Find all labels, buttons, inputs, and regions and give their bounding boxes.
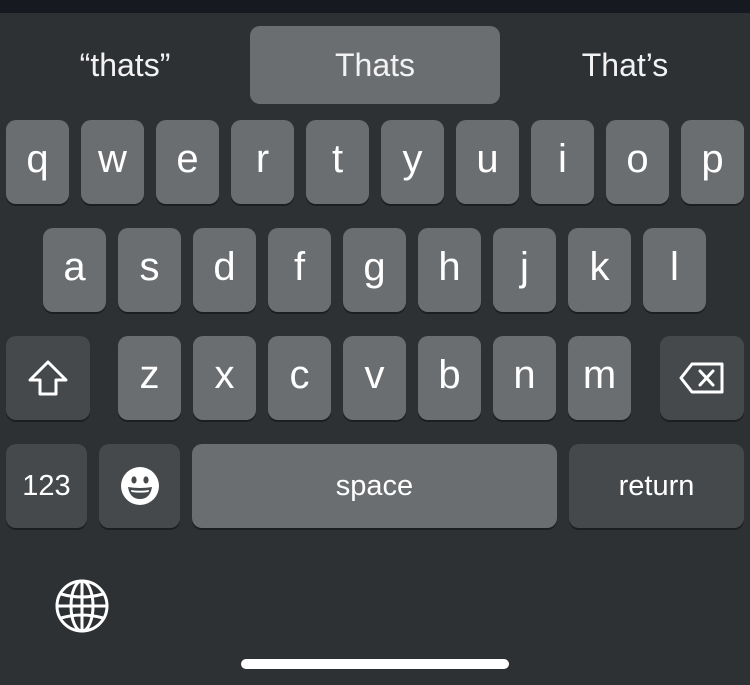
- key-label: l: [670, 245, 679, 289]
- delete-key[interactable]: [660, 336, 744, 420]
- key-t[interactable]: t: [306, 120, 369, 204]
- space-key[interactable]: space: [192, 444, 557, 528]
- key-label: g: [363, 245, 386, 289]
- return-key[interactable]: return: [569, 444, 744, 528]
- key-label: h: [438, 245, 461, 289]
- key-j[interactable]: j: [493, 228, 556, 312]
- globe-icon: [54, 578, 110, 634]
- key-s[interactable]: s: [118, 228, 181, 312]
- suggestion-quoted[interactable]: “thats”: [0, 26, 250, 104]
- delete-icon: [678, 360, 726, 396]
- key-label: i: [558, 137, 567, 181]
- key-label: p: [701, 137, 724, 181]
- shift-icon: [26, 358, 70, 398]
- key-label: x: [214, 353, 235, 397]
- home-indicator[interactable]: [241, 659, 509, 669]
- suggestion-selected[interactable]: Thats: [250, 26, 500, 104]
- key-label: b: [438, 353, 461, 397]
- key-label: d: [213, 245, 236, 289]
- key-m[interactable]: m: [568, 336, 631, 420]
- key-k[interactable]: k: [568, 228, 631, 312]
- key-label: t: [331, 137, 344, 181]
- space-key-label: space: [335, 469, 414, 502]
- key-r[interactable]: r: [231, 120, 294, 204]
- key-f[interactable]: f: [268, 228, 331, 312]
- key-b[interactable]: b: [418, 336, 481, 420]
- key-label: o: [626, 137, 649, 181]
- key-w[interactable]: w: [81, 120, 144, 204]
- key-x[interactable]: x: [193, 336, 256, 420]
- key-label: n: [513, 353, 536, 397]
- key-p[interactable]: p: [681, 120, 744, 204]
- key-label: q: [26, 137, 49, 181]
- key-v[interactable]: v: [343, 336, 406, 420]
- key-d[interactable]: d: [193, 228, 256, 312]
- key-q[interactable]: q: [6, 120, 69, 204]
- key-label: r: [255, 137, 270, 181]
- key-label: v: [364, 353, 385, 397]
- shift-key[interactable]: [6, 336, 90, 420]
- emoji-icon: [119, 465, 161, 507]
- key-u[interactable]: u: [456, 120, 519, 204]
- key-label: f: [293, 245, 306, 289]
- key-c[interactable]: c: [268, 336, 331, 420]
- key-label: m: [582, 353, 617, 397]
- key-label: c: [289, 353, 310, 397]
- key-a[interactable]: a: [43, 228, 106, 312]
- key-o[interactable]: o: [606, 120, 669, 204]
- key-label: s: [139, 245, 160, 289]
- key-label: w: [98, 137, 127, 181]
- key-label: j: [520, 245, 529, 289]
- key-e[interactable]: e: [156, 120, 219, 204]
- key-l[interactable]: l: [643, 228, 706, 312]
- return-key-label: return: [618, 469, 695, 502]
- numbers-key-label: 123: [22, 469, 71, 502]
- key-z[interactable]: z: [118, 336, 181, 420]
- key-label: e: [176, 137, 199, 181]
- key-g[interactable]: g: [343, 228, 406, 312]
- key-i[interactable]: i: [531, 120, 594, 204]
- key-label: k: [589, 245, 610, 289]
- key-label: u: [476, 137, 499, 181]
- globe-button[interactable]: [54, 578, 110, 634]
- suggestion-apostrophe[interactable]: That’s: [500, 26, 750, 104]
- keyboard-screen: “thats” Thats That’s q w e r t y u i o p…: [0, 0, 750, 685]
- key-label: z: [139, 353, 160, 397]
- key-y[interactable]: y: [381, 120, 444, 204]
- numbers-key[interactable]: 123: [6, 444, 87, 528]
- key-label: a: [63, 245, 86, 289]
- key-h[interactable]: h: [418, 228, 481, 312]
- key-label: y: [402, 137, 423, 181]
- emoji-key[interactable]: [99, 444, 180, 528]
- top-strip: [0, 0, 750, 13]
- key-n[interactable]: n: [493, 336, 556, 420]
